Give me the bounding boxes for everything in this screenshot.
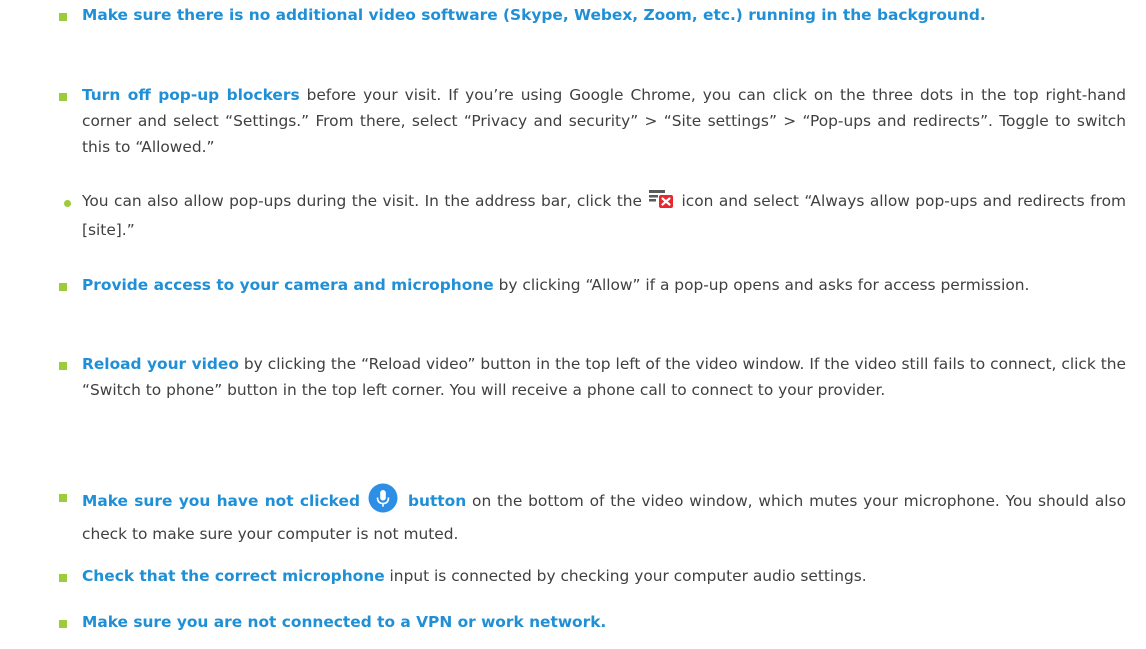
item-text: input is connected by checking your comp… — [384, 567, 867, 585]
list-item: Check that the correct microphone input … — [82, 563, 1126, 589]
item-heading-end: button — [407, 492, 467, 510]
item-heading-start: Make sure you have not clicked — [82, 492, 360, 510]
item-heading: Make sure there is no additional video s… — [82, 6, 986, 24]
square-bullet — [59, 494, 67, 502]
item-text: by clicking the “Reload video” button in… — [82, 355, 1126, 399]
microphone-icon — [368, 483, 398, 521]
sub-item-text-before: You can also allow pop-ups during the vi… — [82, 192, 642, 210]
item-heading: Check that the correct microphone — [82, 567, 385, 585]
round-bullet — [64, 200, 71, 207]
sub-list-item: You can also allow pop-ups during the vi… — [82, 187, 1126, 243]
list-item: Make sure you are not connected to a VPN… — [82, 609, 1126, 635]
square-bullet — [59, 362, 67, 370]
item-heading: Reload your video — [82, 355, 239, 373]
item-heading: Turn off pop-up blockers — [82, 86, 300, 104]
square-bullet — [59, 620, 67, 628]
list-item: Make sure there is no additional video s… — [82, 2, 1126, 28]
item-heading: Provide access to your camera and microp… — [82, 276, 494, 294]
item-text: by clicking “Allow” if a pop-up opens an… — [493, 276, 1030, 294]
item-heading: Make sure you are not connected to a VPN… — [82, 613, 607, 631]
popup-blocked-icon — [648, 187, 674, 217]
list-item: Make sure you have not clicked button on… — [82, 483, 1126, 547]
troubleshooting-document: Make sure there is no additional video s… — [0, 0, 1146, 649]
list-item: Provide access to your camera and microp… — [82, 272, 1126, 298]
list-item: Reload your video by clicking the “Reloa… — [82, 351, 1126, 403]
square-bullet — [59, 574, 67, 582]
square-bullet — [59, 13, 67, 21]
square-bullet — [59, 283, 67, 291]
square-bullet — [59, 93, 67, 101]
list-item: Turn off pop-up blockers before your vis… — [82, 82, 1126, 160]
